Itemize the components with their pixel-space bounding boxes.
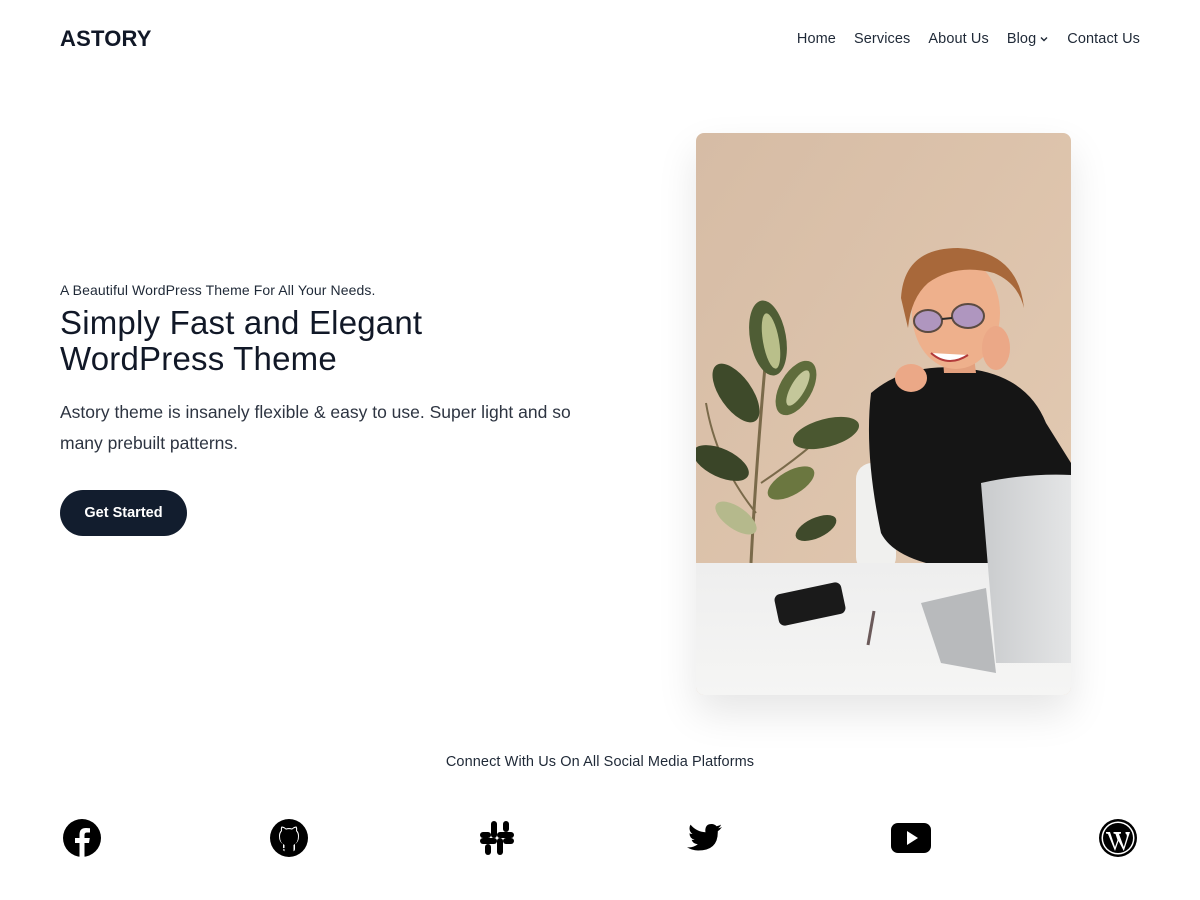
nav-item-home[interactable]: Home bbox=[797, 31, 836, 47]
nav-item-label: Home bbox=[796, 31, 836, 47]
nav-item-label: Blog bbox=[1006, 31, 1037, 47]
social-heading: Connect With Us On All Social Media Plat… bbox=[445, 754, 755, 770]
twitter-icon bbox=[687, 824, 722, 851]
nav-item-about-us[interactable]: About Us bbox=[928, 31, 988, 47]
nav-item-contact-us[interactable]: Contact Us bbox=[1067, 31, 1140, 47]
nav-item-blog[interactable]: Blog bbox=[1007, 31, 1049, 47]
nav-item-label: About Us bbox=[928, 31, 989, 47]
youtube-icon bbox=[891, 823, 931, 853]
site-header: ASTORY Home Services About Us Blog Conta… bbox=[0, 0, 1200, 80]
github-icon bbox=[270, 819, 308, 857]
nav-item-label: Contact Us bbox=[1067, 31, 1140, 47]
main-nav: Home Services About Us Blog Contact Us bbox=[797, 31, 1140, 47]
twitter-link[interactable] bbox=[682, 816, 726, 860]
github-link[interactable] bbox=[267, 816, 311, 860]
nav-item-label: Services bbox=[853, 31, 911, 47]
hero-headline: Simply Fast and Elegant WordPress Theme bbox=[60, 305, 580, 377]
slack-link[interactable] bbox=[475, 816, 519, 860]
youtube-link[interactable] bbox=[889, 816, 933, 860]
chevron-down-icon bbox=[1040, 37, 1048, 42]
hero-content: A Beautiful WordPress Theme For All Your… bbox=[60, 282, 580, 459]
hero-headline-line1: Simply Fast and Elegant bbox=[60, 304, 423, 341]
site-logo[interactable]: ASTORY bbox=[60, 26, 152, 52]
facebook-link[interactable] bbox=[60, 816, 104, 860]
hero-subtext: Astory theme is insanely flexible & easy… bbox=[60, 402, 571, 453]
nav-item-services[interactable]: Services bbox=[854, 31, 910, 47]
hero-headline-line2: WordPress Theme bbox=[60, 340, 337, 377]
slack-icon bbox=[480, 821, 514, 855]
hero-photo-illustration bbox=[696, 133, 1071, 695]
social-links bbox=[60, 816, 1140, 860]
wordpress-link[interactable] bbox=[1096, 816, 1140, 860]
facebook-icon bbox=[63, 819, 101, 858]
get-started-button[interactable]: Get Started bbox=[60, 490, 187, 536]
hero-photo bbox=[696, 133, 1071, 695]
wordpress-icon bbox=[1099, 819, 1137, 857]
hero-eyebrow: A Beautiful WordPress Theme For All Your… bbox=[60, 282, 376, 298]
